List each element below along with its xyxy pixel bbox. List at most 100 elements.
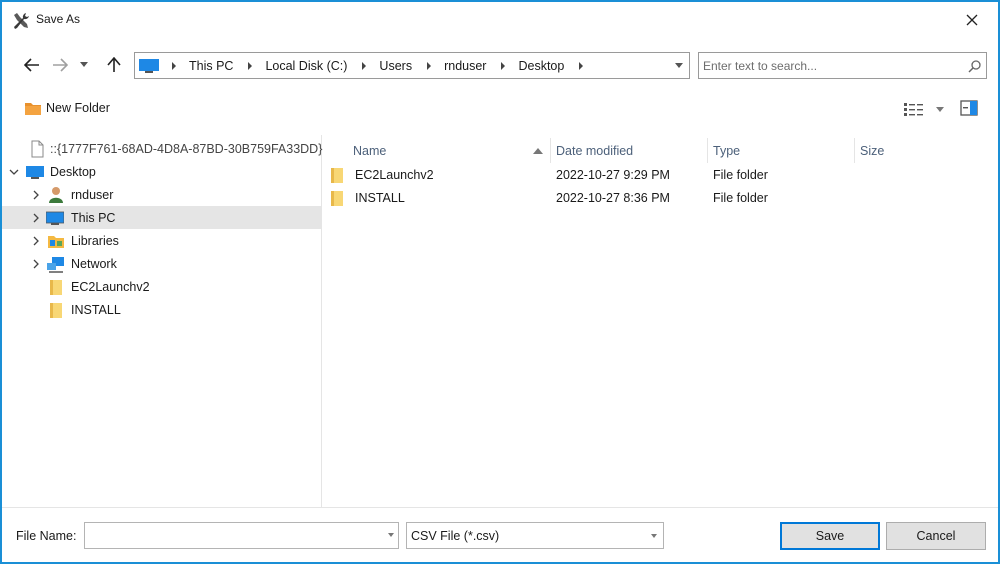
chevron-right-icon [362, 61, 367, 70]
new-folder-label: New Folder [46, 101, 110, 115]
file-type-select[interactable]: CSV File (*.csv) [406, 522, 664, 549]
tools-icon [14, 13, 29, 29]
arrow-right-icon [53, 58, 68, 72]
tree-item-label: Desktop [50, 164, 96, 179]
chevron-right-icon [501, 61, 506, 70]
file-type: File folder [713, 191, 768, 205]
file-row-ec2launchv2[interactable]: EC2Launchv2 2022-10-27 9:29 PM File fold… [323, 164, 998, 186]
navigation-pane: ::{1777F761-68AD-4D8A-87BD-30B759FA33DD}… [2, 135, 322, 507]
file-list: Name Date modified Type Size EC2Launchv2… [323, 135, 998, 507]
search-input[interactable] [699, 58, 959, 73]
tree-item-label: Network [71, 256, 117, 271]
file-name-label: File Name: [16, 529, 77, 543]
chevron-right-icon[interactable] [30, 235, 42, 247]
column-header-date-modified[interactable]: Date modified [556, 138, 706, 164]
tree-item-label: ::{1777F761-68AD-4D8A-87BD-30B759FA33DD} [50, 141, 323, 156]
navigation-bar: This PC Local Disk (C:) Users rnduser De… [2, 50, 998, 80]
tree-item-label: EC2Launchv2 [71, 279, 150, 294]
file-name: EC2Launchv2 [355, 168, 434, 182]
close-button[interactable] [950, 6, 994, 34]
tree-item-install[interactable]: INSTALL [2, 298, 322, 321]
back-button[interactable] [20, 52, 44, 78]
column-header-size[interactable]: Size [860, 138, 990, 164]
forward-button[interactable] [48, 52, 72, 78]
tree-item-rnduser[interactable]: rnduser [2, 183, 322, 206]
details-view-icon [904, 103, 923, 116]
tree-item-label: Libraries [71, 233, 119, 248]
new-folder-button[interactable]: New Folder [24, 97, 110, 119]
chevron-right-icon[interactable] [30, 258, 42, 270]
file-type-value: CSV File (*.csv) [411, 528, 500, 543]
document-icon [31, 140, 44, 157]
command-bar: New Folder [2, 94, 998, 122]
network-icon [47, 256, 64, 273]
chevron-down-icon[interactable] [8, 166, 20, 178]
breadcrumb-local-disk[interactable]: Local Disk (C:) [261, 59, 353, 73]
file-date-modified: 2022-10-27 8:36 PM [556, 191, 670, 205]
chevron-down-icon[interactable] [386, 531, 396, 539]
file-type: File folder [713, 168, 768, 182]
libraries-icon [48, 235, 64, 248]
file-name-combobox [84, 522, 399, 549]
column-header-label: Date modified [556, 144, 634, 158]
address-bar[interactable]: This PC Local Disk (C:) Users rnduser De… [134, 52, 690, 79]
computer-icon [139, 58, 159, 73]
arrow-left-icon [24, 58, 39, 72]
save-options-bar: File Name: CSV File (*.csv) Save Cancel [2, 507, 998, 562]
breadcrumb-desktop[interactable]: Desktop [514, 59, 570, 73]
chevron-right-icon[interactable] [30, 189, 42, 201]
column-header-type[interactable]: Type [713, 138, 853, 164]
tree-item-ec2launchv2[interactable]: EC2Launchv2 [2, 275, 322, 298]
folder-icon [331, 191, 343, 206]
chevron-right-icon [172, 61, 176, 70]
file-name-input[interactable] [85, 523, 375, 548]
folder-icon [331, 168, 343, 183]
breadcrumb-rnduser[interactable]: rnduser [440, 59, 492, 73]
chevron-down-icon [936, 106, 944, 112]
search-box [698, 52, 987, 79]
sort-ascending-icon [533, 148, 543, 154]
folder-icon [50, 279, 62, 295]
column-header-label: Name [353, 144, 387, 158]
chevron-right-icon [579, 61, 584, 70]
close-icon [966, 14, 978, 26]
address-history-dropdown[interactable] [669, 53, 689, 78]
up-button[interactable] [102, 52, 126, 78]
window-title: Save As [36, 12, 81, 26]
user-icon [49, 186, 63, 203]
chevron-down-icon [651, 534, 657, 538]
title-bar: Save As [2, 2, 998, 38]
tree-item-guid[interactable]: ::{1777F761-68AD-4D8A-87BD-30B759FA33DD} [2, 137, 322, 160]
file-name: INSTALL [355, 191, 405, 205]
chevron-down-icon [675, 63, 683, 68]
folder-icon [50, 302, 62, 318]
column-header-name[interactable]: Name [353, 138, 549, 164]
tree-item-desktop[interactable]: Desktop [2, 160, 322, 183]
column-header-label: Size [860, 144, 885, 158]
tree-item-label: INSTALL [71, 302, 121, 317]
chevron-down-icon [80, 62, 88, 67]
preview-pane-icon[interactable] [959, 98, 979, 118]
cancel-button[interactable]: Cancel [886, 522, 986, 550]
column-divider[interactable] [707, 138, 708, 163]
recent-locations-button[interactable] [76, 52, 92, 78]
tree-item-network[interactable]: Network [2, 252, 322, 275]
column-divider[interactable] [854, 138, 855, 163]
file-date-modified: 2022-10-27 9:29 PM [556, 168, 670, 182]
tree-item-libraries[interactable]: Libraries [2, 229, 322, 252]
tree-item-label: rnduser [71, 187, 114, 202]
chevron-right-icon[interactable] [30, 212, 42, 224]
search-icon[interactable] [968, 59, 982, 73]
breadcrumb-this-pc[interactable]: This PC [185, 59, 239, 73]
save-as-dialog: Save As This PC Local Disk (C:) Users rn… [0, 0, 1000, 564]
change-view-button[interactable] [904, 98, 946, 120]
tree-item-label: This PC [71, 210, 116, 225]
desktop-icon [26, 165, 44, 179]
save-button[interactable]: Save [780, 522, 880, 550]
column-header-label: Type [713, 144, 741, 158]
file-row-install[interactable]: INSTALL 2022-10-27 8:36 PM File folder [323, 187, 998, 209]
computer-icon [46, 211, 64, 225]
column-divider[interactable] [550, 138, 551, 163]
tree-item-this-pc[interactable]: This PC [2, 206, 322, 229]
breadcrumb-users[interactable]: Users [375, 59, 418, 73]
